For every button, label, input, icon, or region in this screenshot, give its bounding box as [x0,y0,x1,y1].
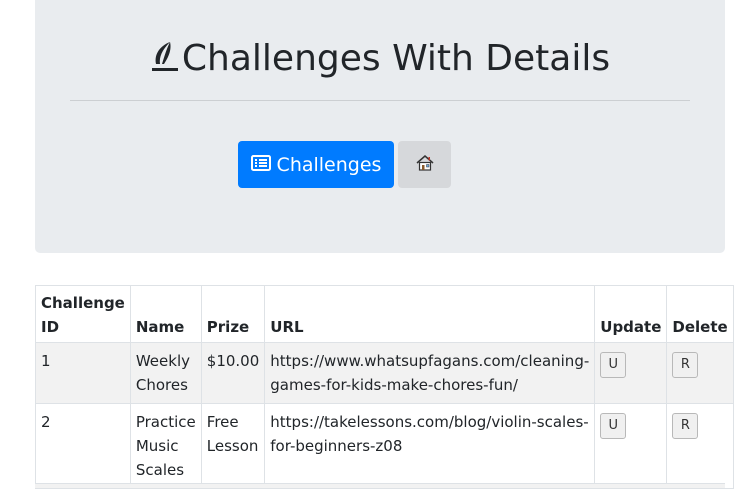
page-title: Challenges With Details [35,38,725,83]
challenges-button-label: Challenges [276,153,382,176]
table-row: 1 Weekly Chores $10.00 https://www.whats… [35,342,734,404]
update-button[interactable]: U [600,413,627,439]
cell-url: https://www.whatsupfagans.com/cleaning-g… [264,342,596,404]
challenges-table: Challenge ID Name Prize URL Update Delet… [35,285,734,489]
cell-prize: $10.00 [200,342,266,404]
delete-button[interactable]: R [672,352,699,378]
header-jumbotron: Challenges With Details [35,0,725,253]
cell-url: https://takelessons.com/blog/violin-scal… [264,403,596,489]
list-icon [250,154,271,176]
table-row-partial [35,483,725,488]
page-title-text: Challenges With Details [181,38,611,79]
cell-id: 2 [35,403,131,489]
cell-update: U [594,403,668,489]
table-row: 2 Practice Music Scales Free Lesson http… [35,403,734,489]
header-challenge-id: Challenge ID [35,285,131,343]
cell-name: Practice Music Scales [129,403,202,489]
house-icon [416,155,434,174]
delete-button[interactable]: R [672,413,699,439]
cell-name: Weekly Chores [129,342,202,404]
challenges-button[interactable]: Challenges [238,141,394,188]
table-header-row: Challenge ID Name Prize URL Update Delet… [35,285,734,343]
header-url: URL [264,285,596,343]
title-divider [70,100,690,101]
cell-prize: Free Lesson [200,403,266,489]
header-delete: Delete [666,285,734,343]
header-update: Update [594,285,668,343]
header-name: Name [129,285,202,343]
feather-icon [150,40,180,83]
cell-delete: R [666,403,734,489]
cell-update: U [594,342,668,404]
update-button[interactable]: U [600,352,627,378]
cell-delete: R [666,342,734,404]
header-prize: Prize [200,285,266,343]
cell-id: 1 [35,342,131,404]
home-button[interactable] [398,141,451,188]
